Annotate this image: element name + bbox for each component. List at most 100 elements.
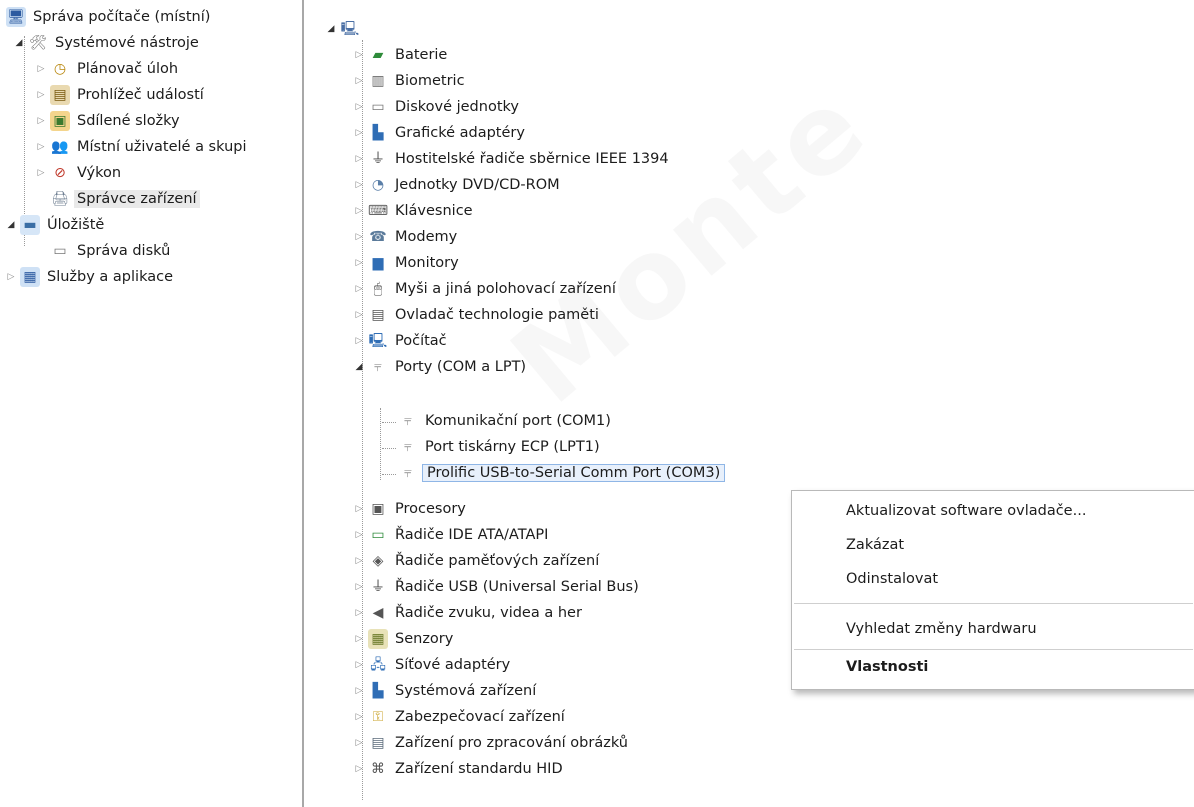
- device-item-prolific-com3[interactable]: ⫧ Prolific USB-to-Serial Comm Port (COM3…: [396, 460, 726, 486]
- disk-drive-icon: ▭: [371, 99, 385, 115]
- device-category-monitory[interactable]: ▷ ▆ Monitory: [352, 250, 462, 276]
- speaker-icon: ◀: [372, 605, 384, 621]
- device-category-procesory[interactable]: ▷ ▣ Procesory: [352, 496, 469, 522]
- device-category-ovladac-pameti[interactable]: ▷ ▤ Ovladač technologie paměti: [352, 302, 602, 328]
- services-icon: ▦: [20, 267, 40, 287]
- device-category-obrazky[interactable]: ▷ ▤ Zařízení pro zpracování obrázků: [352, 730, 631, 756]
- expand-arrow-icon[interactable]: ▷: [352, 730, 366, 756]
- disk-icon: ▭: [53, 243, 67, 259]
- menu-item-uninstall[interactable]: Odinstalovat: [846, 565, 938, 593]
- security-key-icon: ⚿: [372, 709, 384, 725]
- expand-arrow-icon[interactable]: ▷: [34, 134, 48, 160]
- device-category-radice-pametovych[interactable]: ▷ ◈ Řadiče paměťových zařízení: [352, 548, 602, 574]
- device-item-lpt1[interactable]: ⫧ Port tiskárny ECP (LPT1): [396, 434, 603, 460]
- computer-icon: 🖳: [340, 21, 360, 37]
- tree-item-disk-management[interactable]: ▭ Správa disků: [48, 238, 173, 264]
- device-item-com1[interactable]: ⫧ Komunikační port (COM1): [396, 408, 614, 434]
- device-category-sitove-adaptery[interactable]: ▷ 🖧 Síťové adaptéry: [352, 652, 513, 678]
- memory-icon: ▤: [371, 307, 385, 323]
- expand-arrow-icon[interactable]: ▷: [34, 82, 48, 108]
- expand-arrow-icon[interactable]: ▷: [352, 94, 366, 120]
- clock-icon: ◷: [53, 61, 67, 77]
- device-category-ieee1394[interactable]: ▷ ⏚ Hostitelské řadiče sběrnice IEEE 139…: [352, 146, 672, 172]
- device-category-graficke-adaptery[interactable]: ▷ ▙ Grafické adaptéry: [352, 120, 528, 146]
- usb-icon: ⏚: [371, 579, 385, 595]
- expand-arrow-icon[interactable]: ▷: [34, 160, 48, 186]
- expand-arrow-icon[interactable]: ▷: [352, 548, 366, 574]
- device-category-zvuk[interactable]: ▷ ◀ Řadiče zvuku, videa a her: [352, 600, 585, 626]
- device-category-dvd-cdrom[interactable]: ▷ ◔ Jednotky DVD/CD-ROM: [352, 172, 563, 198]
- expand-arrow-icon[interactable]: ▷: [352, 198, 366, 224]
- expand-arrow-icon[interactable]: ▷: [352, 652, 366, 678]
- display-adapter-icon: ▙: [372, 125, 384, 141]
- tree-item-local-users[interactable]: ▷ 👥 Místní uživatelé a skupi: [34, 134, 250, 160]
- expand-arrow-icon[interactable]: ▷: [352, 522, 366, 548]
- device-category-modemy[interactable]: ▷ ☎ Modemy: [352, 224, 460, 250]
- menu-item-properties[interactable]: Vlastnosti: [846, 653, 928, 681]
- computer-icon: 🖳: [368, 333, 388, 349]
- event-viewer-icon: ▤: [50, 85, 70, 105]
- expand-arrow-icon[interactable]: ▷: [352, 250, 366, 276]
- expand-arrow-icon[interactable]: ▷: [352, 42, 366, 68]
- expand-arrow-icon[interactable]: ▷: [4, 264, 18, 290]
- tree-item-device-manager[interactable]: 🖨 Správce zařízení: [48, 186, 200, 212]
- port-icon: ⫧: [374, 359, 382, 375]
- expand-arrow-icon[interactable]: ▷: [352, 302, 366, 328]
- collapse-arrow-icon[interactable]: ◢: [4, 212, 18, 238]
- menu-item-disable[interactable]: Zakázat: [846, 531, 904, 559]
- device-category-ide-ata[interactable]: ▷ ▭ Řadiče IDE ATA/ATAPI: [352, 522, 551, 548]
- processor-icon: ▣: [371, 501, 385, 517]
- tree-item-storage[interactable]: ◢ ▬ Úložiště: [4, 212, 107, 238]
- expand-arrow-icon[interactable]: ▷: [352, 146, 366, 172]
- device-category-baterie[interactable]: ▷ ▰ Baterie: [352, 42, 450, 68]
- menu-item-update-driver[interactable]: Aktualizovat software ovladače...: [846, 497, 1086, 525]
- keyboard-icon: ⌨: [367, 203, 389, 219]
- device-category-senzory[interactable]: ▷ ▦ Senzory: [352, 626, 456, 652]
- shared-folder-icon: ▣: [50, 111, 70, 131]
- device-category-usb[interactable]: ▷ ⏚ Řadiče USB (Universal Serial Bus): [352, 574, 642, 600]
- computer-management-icon: 🖥: [6, 7, 26, 27]
- expand-arrow-icon[interactable]: ▷: [352, 678, 366, 704]
- context-menu: Aktualizovat software ovladače... Zakáza…: [791, 490, 1194, 690]
- expand-arrow-icon[interactable]: ▷: [34, 56, 48, 82]
- expand-arrow-icon[interactable]: ▷: [352, 172, 366, 198]
- users-icon: 👥: [51, 139, 69, 155]
- device-category-porty[interactable]: ◢ ⫧ Porty (COM a LPT): [352, 354, 529, 380]
- device-category-pocitac[interactable]: ▷ 🖳 Počítač: [352, 328, 450, 354]
- tree-root-computer-management[interactable]: 🖥 Správa počítače (místní): [4, 4, 213, 30]
- ieee1394-icon: ⏚: [371, 151, 385, 167]
- expand-arrow-icon[interactable]: ▷: [34, 108, 48, 134]
- collapse-arrow-icon[interactable]: ◢: [352, 354, 366, 380]
- tree-item-event-viewer[interactable]: ▷ ▤ Prohlížeč událostí: [34, 82, 207, 108]
- expand-arrow-icon[interactable]: ▷: [352, 224, 366, 250]
- device-category-mysi[interactable]: ▷ 🖱 Myši a jiná polohovací zařízení: [352, 276, 619, 302]
- device-tree-root[interactable]: ◢ 🖳: [324, 16, 364, 42]
- expand-arrow-icon[interactable]: ▷: [352, 626, 366, 652]
- device-manager-icon: 🖨: [51, 191, 69, 207]
- device-category-systemova-zarizeni[interactable]: ▷ ▙ Systémová zařízení: [352, 678, 539, 704]
- collapse-arrow-icon[interactable]: ◢: [324, 16, 338, 42]
- device-category-zabezpecovaci[interactable]: ▷ ⚿ Zabezpečovací zařízení: [352, 704, 568, 730]
- network-adapter-icon: 🖧: [370, 657, 386, 673]
- port-icon: ⫧: [404, 439, 412, 455]
- expand-arrow-icon[interactable]: ▷: [352, 68, 366, 94]
- tree-item-services[interactable]: ▷ ▦ Služby a aplikace: [4, 264, 176, 290]
- tree-item-performance[interactable]: ▷ ⊘ Výkon: [34, 160, 124, 186]
- device-category-hid[interactable]: ▷ ⌘ Zařízení standardu HID: [352, 756, 566, 782]
- expand-arrow-icon[interactable]: ▷: [352, 574, 366, 600]
- collapse-arrow-icon[interactable]: ◢: [12, 30, 26, 56]
- expand-arrow-icon[interactable]: ▷: [352, 120, 366, 146]
- expand-arrow-icon[interactable]: ▷: [352, 600, 366, 626]
- expand-arrow-icon[interactable]: ▷: [352, 276, 366, 302]
- menu-item-scan-hardware[interactable]: Vyhledat změny hardwaru: [846, 615, 1037, 643]
- expand-arrow-icon[interactable]: ▷: [352, 328, 366, 354]
- tree-item-system-tools[interactable]: ◢ 🛠 Systémové nástroje: [12, 30, 202, 56]
- expand-arrow-icon[interactable]: ▷: [352, 756, 366, 782]
- expand-arrow-icon[interactable]: ▷: [352, 704, 366, 730]
- device-category-diskove-jednotky[interactable]: ▷ ▭ Diskové jednotky: [352, 94, 522, 120]
- tree-item-shared-folders[interactable]: ▷ ▣ Sdílené složky: [34, 108, 183, 134]
- expand-arrow-icon[interactable]: ▷: [352, 496, 366, 522]
- device-category-klavesnice[interactable]: ▷ ⌨ Klávesnice: [352, 198, 476, 224]
- tree-item-task-scheduler[interactable]: ▷ ◷ Plánovač úloh: [34, 56, 181, 82]
- device-category-biometric[interactable]: ▷ ▥ Biometric: [352, 68, 468, 94]
